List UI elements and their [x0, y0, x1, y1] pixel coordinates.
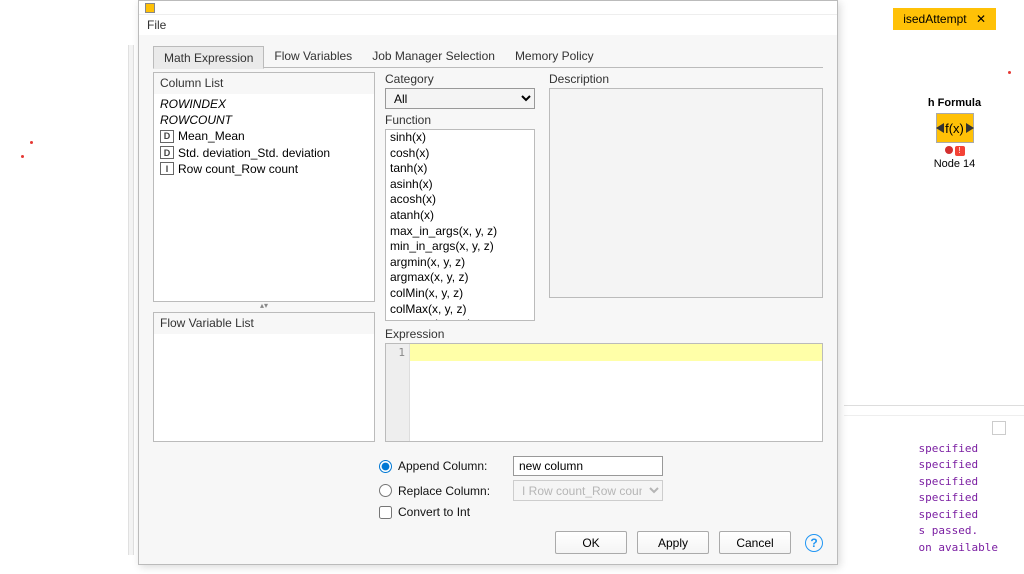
flow-variable-header: Flow Variable List	[154, 313, 374, 334]
list-item[interactable]: sinh(x)	[386, 130, 534, 146]
column-list-body[interactable]: ROWINDEX ROWCOUNT DMean_Mean DStd. devia…	[154, 94, 374, 179]
replace-column-radio[interactable]	[379, 484, 392, 497]
panel-separator	[844, 405, 1024, 406]
list-item[interactable]: asinh(x)	[386, 177, 534, 193]
flow-variable-body[interactable]	[154, 334, 374, 338]
convert-int-checkbox[interactable]	[379, 506, 392, 519]
type-badge-int: I	[160, 162, 174, 175]
list-item[interactable]: colMin(x, y, z)	[386, 286, 534, 302]
list-item[interactable]: tanh(x)	[386, 161, 534, 177]
list-item[interactable]: max_in_args(x, y, z)	[386, 224, 534, 240]
list-item[interactable]: acosh(x)	[386, 192, 534, 208]
list-item[interactable]: colMax(x, y, z)	[386, 302, 534, 318]
console-log: specifiedspecifiedspecified specifiedspe…	[919, 441, 998, 557]
list-item[interactable]: cosh(x)	[386, 146, 534, 162]
list-item[interactable]: atanh(x)	[386, 208, 534, 224]
type-badge-double: D	[160, 146, 174, 159]
list-item[interactable]: average(x, y, z)	[386, 317, 534, 321]
list-item[interactable]: min_in_args(x, y, z)	[386, 239, 534, 255]
help-icon[interactable]: ?	[805, 534, 823, 552]
list-item: ROWCOUNT	[160, 112, 368, 128]
ok-button[interactable]: OK	[555, 531, 627, 554]
append-column-input[interactable]	[513, 456, 663, 476]
list-item[interactable]: argmax(x, y, z)	[386, 270, 534, 286]
tab-memory-policy[interactable]: Memory Policy	[505, 45, 604, 68]
workflow-tab[interactable]: isedAttempt ✕	[893, 8, 996, 30]
function-label: Function	[385, 113, 535, 127]
close-icon[interactable]: ✕	[976, 12, 986, 26]
cancel-button[interactable]: Cancel	[719, 531, 791, 554]
type-badge-double: D	[160, 130, 174, 143]
workflow-node[interactable]: h Formula f(x) ! Node 14	[917, 97, 992, 170]
append-column-radio[interactable]	[379, 460, 392, 473]
node-label: Node 14	[917, 158, 992, 170]
node-status: !	[917, 146, 992, 156]
replace-column-select: I Row count_Row count	[513, 480, 663, 501]
panel-separator	[844, 415, 1024, 416]
apply-button[interactable]: Apply	[637, 531, 709, 554]
expression-text[interactable]	[410, 344, 822, 441]
list-item[interactable]: argmin(x, y, z)	[386, 255, 534, 271]
description-box	[549, 88, 823, 298]
app-icon	[145, 3, 155, 13]
convert-int-label[interactable]: Convert to Int	[379, 505, 505, 519]
node-title: h Formula	[917, 97, 992, 109]
tab-math-expression[interactable]: Math Expression	[153, 46, 264, 69]
tab-job-manager[interactable]: Job Manager Selection	[362, 45, 505, 68]
list-item[interactable]: IRow count_Row count	[160, 161, 368, 177]
node-icon: f(x)	[936, 113, 974, 143]
column-list-header: Column List	[154, 73, 374, 94]
list-item[interactable]: DMean_Mean	[160, 128, 368, 144]
menubar: File	[139, 15, 837, 35]
expression-editor[interactable]: 1	[385, 343, 823, 442]
tab-flow-variables[interactable]: Flow Variables	[264, 45, 362, 68]
console-toolbar-icon[interactable]	[992, 421, 1006, 435]
column-list-panel: Column List ROWINDEX ROWCOUNT DMean_Mean…	[153, 72, 375, 302]
splitter-handle[interactable]: ▴▾	[153, 302, 375, 308]
menu-file[interactable]: File	[147, 18, 166, 32]
function-list[interactable]: sinh(x) cosh(x) tanh(x) asinh(x) acosh(x…	[385, 129, 535, 321]
description-label: Description	[549, 72, 823, 86]
category-select[interactable]: All	[385, 88, 535, 109]
expression-gutter: 1	[386, 344, 410, 441]
flow-variable-panel: Flow Variable List	[153, 312, 375, 442]
workspace-divider	[128, 45, 134, 555]
workflow-tab-label: isedAttempt	[903, 12, 966, 26]
category-label: Category	[385, 72, 535, 86]
tabstrip: Math Expression Flow Variables Job Manag…	[139, 37, 837, 68]
append-column-radio-label[interactable]: Append Column:	[379, 459, 505, 473]
list-item[interactable]: DStd. deviation_Std. deviation	[160, 145, 368, 161]
dialog-titlebar[interactable]	[139, 1, 837, 15]
list-item: ROWINDEX	[160, 96, 368, 112]
replace-column-radio-label[interactable]: Replace Column:	[379, 484, 505, 498]
expression-label: Expression	[385, 327, 823, 341]
math-formula-dialog: File Math Expression Flow Variables Job …	[138, 0, 838, 565]
